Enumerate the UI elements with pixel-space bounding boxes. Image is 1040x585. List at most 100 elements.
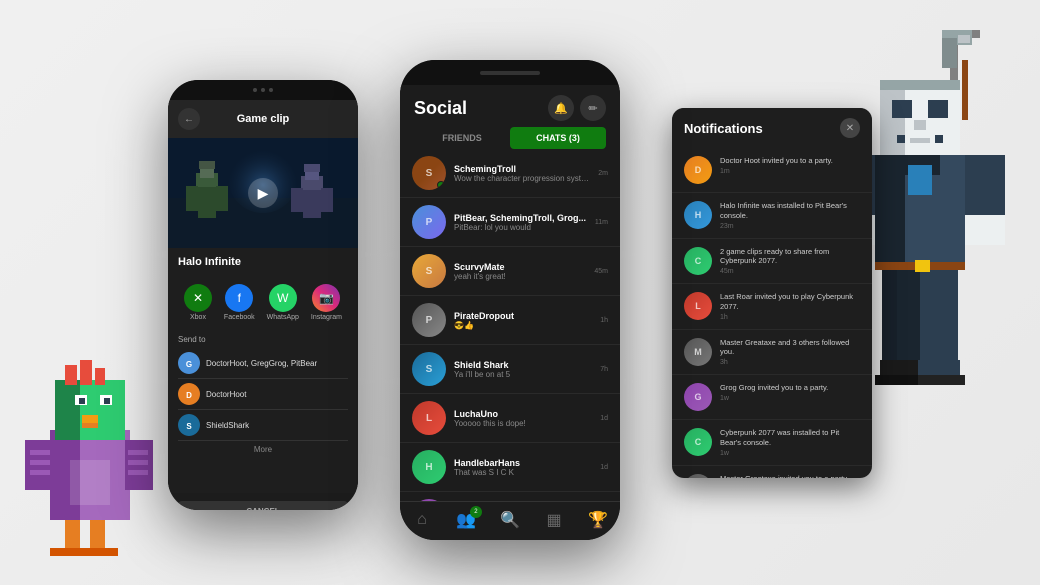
notif-grog2[interactable]: G Grog Grog invited you to a party. 1w [672, 375, 872, 420]
close-notifications-button[interactable]: ✕ [840, 118, 860, 138]
pirate-avatar: P [412, 303, 446, 337]
back-button[interactable]: ← [178, 108, 200, 130]
nav-library[interactable]: ▦ [532, 510, 576, 530]
pitbear-preview: PitBear: lol you would [454, 223, 587, 232]
lucha-avatar: L [412, 401, 446, 435]
share-whatsapp[interactable]: W WhatsApp [267, 284, 299, 321]
chat-item-grog[interactable]: G GrogGrog hahaha 2d [400, 492, 620, 501]
instagram-icon: 📷 [312, 284, 340, 312]
game-title: Halo Infinite [178, 256, 348, 268]
scurvy-info: ScurvyMate yeah it's great! [454, 262, 586, 281]
chat-item-lucha[interactable]: L LuchaUno Yooooo this is dope! 1d [400, 394, 620, 443]
notif-doctor-time: 1m [720, 168, 860, 175]
send-to-section: Send to G DoctorHoot, GregGrog, PitBear … [168, 329, 358, 493]
lucha-time: 1d [600, 415, 608, 422]
cyber2-avatar: C [684, 428, 712, 456]
notif-cyber2[interactable]: C Cyberpunk 2077 was installed to Pit Be… [672, 420, 872, 466]
notif-master2-text: Master Greataxe invited you to a party. … [720, 474, 860, 479]
notif-cyber2-msg: Cyberpunk 2077 was installed to Pit Bear… [720, 428, 860, 448]
chat-item-scheming[interactable]: S SchemingTroll Wow the character progre… [400, 149, 620, 198]
notif-grog2-text: Grog Grog invited you to a party. 1w [720, 383, 860, 402]
share-xbox[interactable]: ✕ Xbox [184, 284, 212, 321]
notif-last-time: 1h [720, 314, 860, 321]
mc-character-left [20, 330, 160, 565]
compose-icon-btn[interactable]: ✏ [580, 95, 606, 121]
play-button[interactable]: ▶ [248, 178, 278, 208]
notification-icon-btn[interactable]: 🔔 [548, 95, 574, 121]
game-title-bar: Halo Infinite [168, 248, 358, 276]
notif-doctor-hoot[interactable]: D Doctor Hoot invited you to a party. 1m [672, 148, 872, 193]
whatsapp-label: WhatsApp [267, 314, 299, 321]
pirate-info: PirateDropout 😎👍 [454, 311, 592, 330]
handle-time: 1d [600, 464, 608, 471]
lucha-name: LuchaUno [454, 409, 592, 419]
notif-cyber1-text: 2 game clips ready to share from Cyberpu… [720, 247, 860, 276]
pirate-preview: 😎👍 [454, 321, 592, 330]
tab-chats[interactable]: CHATS (3) [510, 127, 606, 149]
notif-cyber1[interactable]: C 2 game clips ready to share from Cyber… [672, 239, 872, 285]
share-facebook[interactable]: f Facebook [224, 284, 255, 321]
notif-last-roar[interactable]: L Last Roar invited you to play Cyberpun… [672, 284, 872, 330]
phone-notch [400, 60, 620, 85]
chat-item-pitbear[interactable]: P PitBear, SchemingTroll, Grog... PitBea… [400, 198, 620, 247]
shield-time: 7h [600, 366, 608, 373]
social-header: Social 🔔 ✏ [400, 85, 620, 127]
handle-info: HandlebarHans That was S I C K [454, 458, 592, 477]
doctorhoot-name: DoctorHoot [206, 390, 246, 399]
notif-last-msg: Last Roar invited you to play Cyberpunk … [720, 292, 860, 312]
svg-text:S: S [186, 422, 192, 431]
scurvy-avatar: S [412, 254, 446, 288]
cyber1-avatar: C [684, 247, 712, 275]
scheming-time: 2m [598, 170, 608, 177]
notch-bar [480, 71, 540, 75]
notif-doctor-text: Doctor Hoot invited you to a party. 1m [720, 156, 860, 175]
scheming-name: SchemingTroll [454, 164, 590, 174]
nav-social[interactable]: 👥 2 [444, 510, 488, 530]
notif-grog2-msg: Grog Grog invited you to a party. [720, 383, 860, 393]
doctor-hoot-avatar: D [684, 156, 712, 184]
lucha-preview: Yooooo this is dope! [454, 419, 592, 428]
facebook-label: Facebook [224, 314, 255, 321]
notif-halo-msg: Halo Infinite was installed to Pit Bear'… [720, 201, 860, 221]
notif-doctor-msg: Doctor Hoot invited you to a party. [720, 156, 860, 166]
master1-avatar: M [684, 338, 712, 366]
notif-halo[interactable]: H Halo Infinite was installed to Pit Bea… [672, 193, 872, 239]
chat-item-scurvy[interactable]: S ScurvyMate yeah it's great! 45m [400, 247, 620, 296]
notifications-header: Notifications ✕ [672, 108, 872, 148]
more-label[interactable]: More [178, 441, 348, 458]
pirate-time: 1h [600, 317, 608, 324]
notif-halo-time: 23m [720, 223, 860, 230]
send-to-doctorhoot[interactable]: D DoctorHoot [178, 379, 348, 410]
notifications-panel: Notifications ✕ D Doctor Hoot invited yo… [672, 108, 872, 478]
search-icon: 🔍 [500, 510, 520, 530]
pitbear-time: 11m [595, 219, 608, 226]
chat-item-shield[interactable]: S Shield Shark Ya i'll be on at 5 7h [400, 345, 620, 394]
notif-last-text: Last Roar invited you to play Cyberpunk … [720, 292, 860, 321]
notif-master2[interactable]: M Master Greataxe invited you to a party… [672, 466, 872, 479]
pitbear-avatar: P [412, 205, 446, 239]
chat-item-pirate[interactable]: P PirateDropout 😎👍 1h [400, 296, 620, 345]
scurvy-name: ScurvyMate [454, 262, 586, 272]
left-phone-title: Game clip [200, 113, 326, 125]
xbox-icon: ✕ [184, 284, 212, 312]
tab-friends[interactable]: FRIENDS [414, 127, 510, 149]
scheming-info: SchemingTroll Wow the character progress… [454, 164, 590, 183]
notif-master1-msg: Master Greataxe and 3 others followed yo… [720, 338, 860, 358]
home-icon: ⌂ [417, 511, 427, 529]
notif-cyber2-time: 1w [720, 450, 860, 457]
nav-search[interactable]: 🔍 [488, 510, 532, 530]
group-avatar: G [178, 352, 200, 374]
library-icon: ▦ [546, 510, 561, 530]
left-phone-header: ← Game clip [168, 100, 358, 138]
send-to-shieldshark[interactable]: S ShieldShark [178, 410, 348, 441]
notif-master1-text: Master Greataxe and 3 others followed yo… [720, 338, 860, 367]
shield-name: Shield Shark [454, 360, 592, 370]
send-to-label: Send to [178, 335, 348, 344]
share-instagram[interactable]: 📷 Instagram [311, 284, 342, 321]
send-to-group[interactable]: G DoctorHoot, GregGrog, PitBear [178, 348, 348, 379]
scheming-avatar: S [412, 156, 446, 190]
last-roar-avatar: L [684, 292, 712, 320]
chat-item-handle[interactable]: H HandlebarHans That was S I C K 1d [400, 443, 620, 492]
cancel-button[interactable]: CANCEL [178, 501, 348, 510]
notif-master1[interactable]: M Master Greataxe and 3 others followed … [672, 330, 872, 376]
